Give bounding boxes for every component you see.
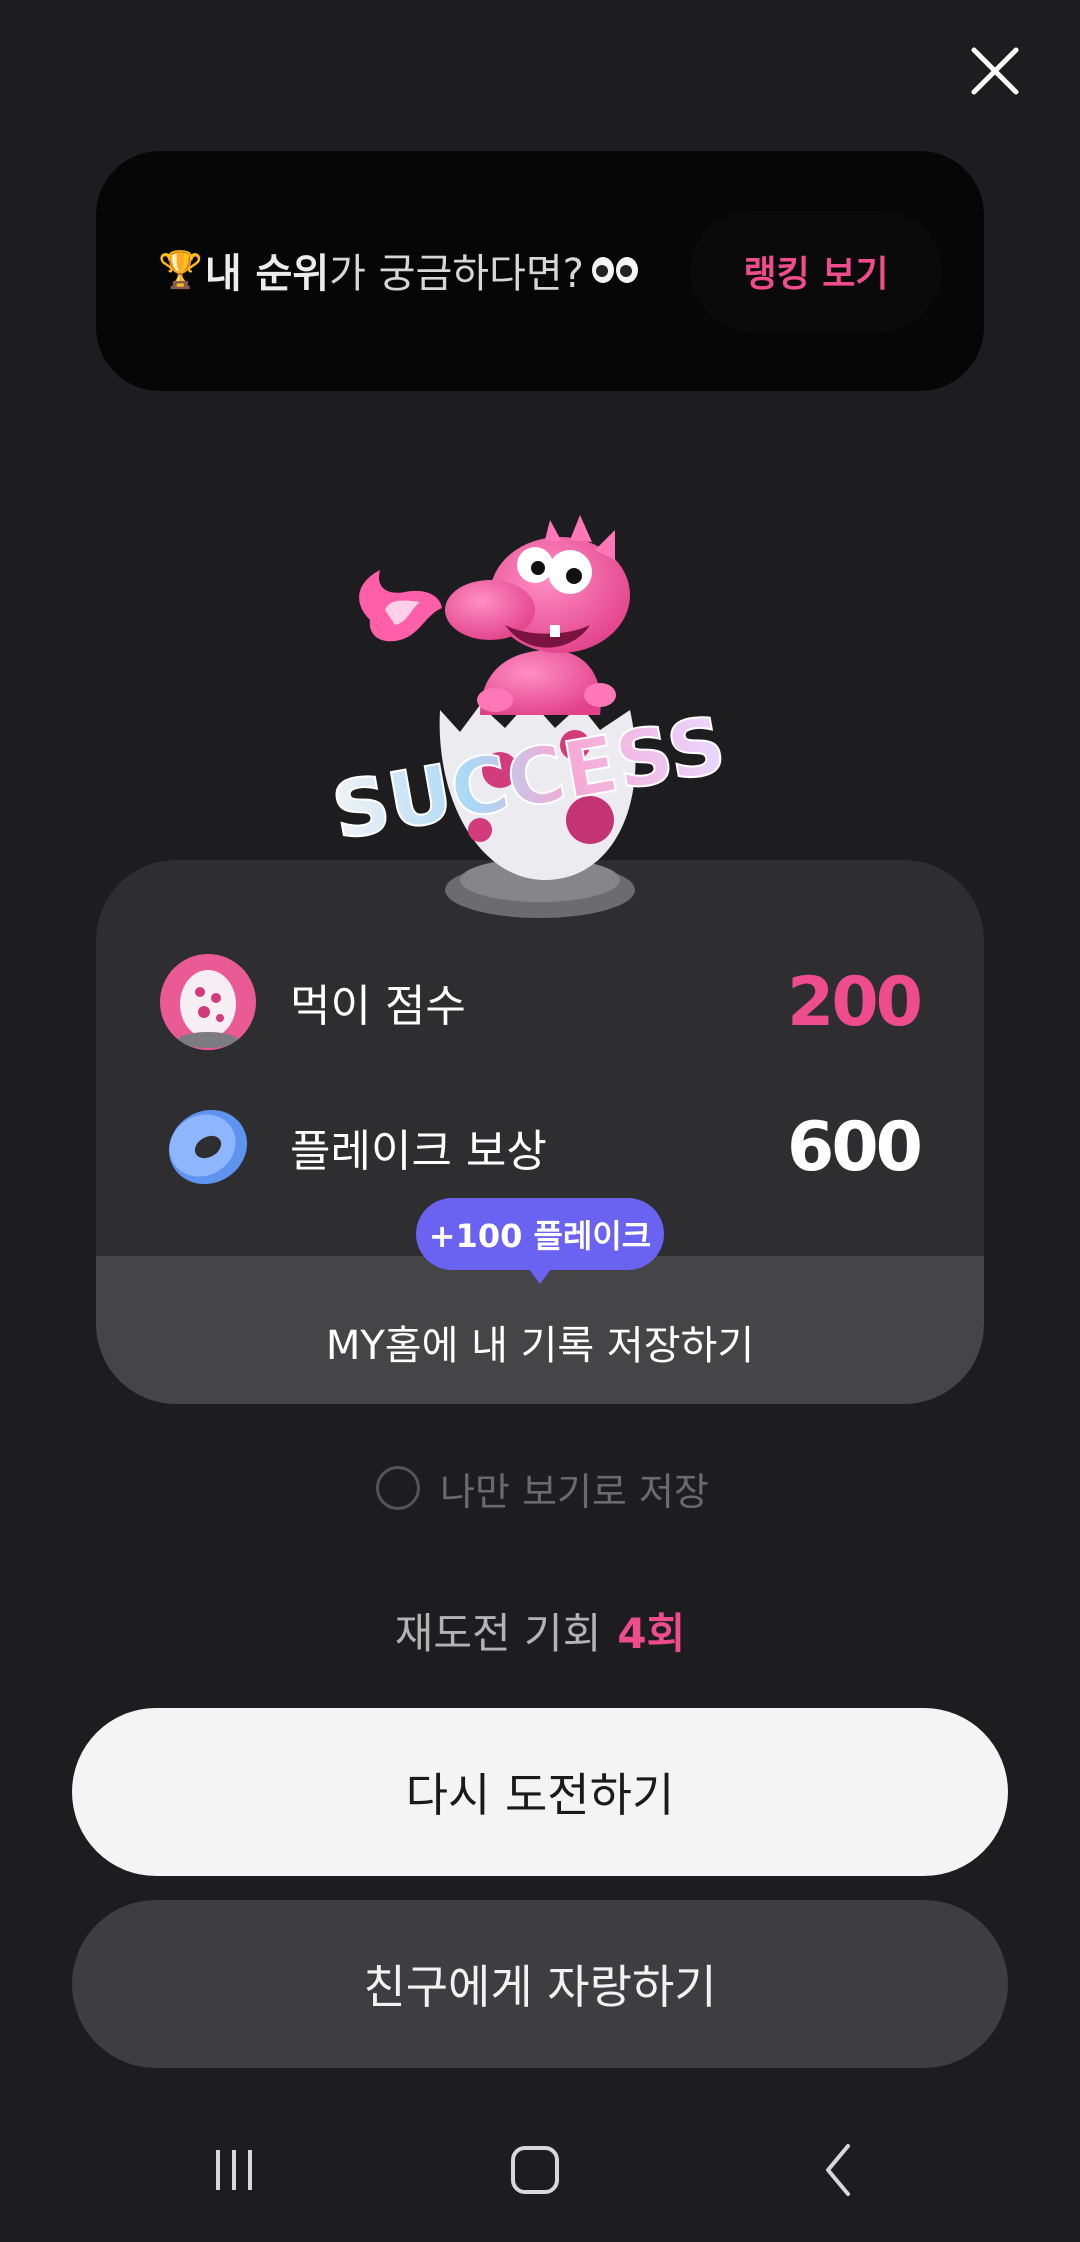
- close-icon: [971, 47, 1019, 95]
- ranking-button[interactable]: 랭킹 보기: [690, 211, 942, 331]
- flake-donut-icon: [160, 1099, 256, 1195]
- private-radio[interactable]: [376, 1466, 420, 1510]
- reward-value: 600: [787, 1107, 923, 1187]
- share-button[interactable]: 친구에게 자랑하기: [72, 1900, 1008, 2068]
- score-value: 200: [787, 962, 923, 1042]
- reward-row: 플레이크 보상 600: [160, 1097, 923, 1197]
- private-save-label: 나만 보기로 저장: [440, 1469, 709, 1514]
- private-save-option[interactable]: 나만 보기로 저장: [376, 1460, 709, 1516]
- result-card: 먹이 점수 200 플레이크 보상 600 MY홈에 내 기록 저장하기: [96, 860, 984, 1404]
- score-label: 먹이 점수: [290, 981, 466, 1032]
- banner-bold-text: 내 순위: [204, 251, 330, 297]
- home-button[interactable]: [495, 2132, 575, 2208]
- eyes-icon: [591, 257, 638, 283]
- retry-count: 4회: [617, 1609, 686, 1658]
- retry-label: 재도전 기회: [394, 1609, 602, 1658]
- ranking-banner: 🏆 내 순위 가 궁금하다면? 랭킹 보기: [96, 151, 984, 391]
- retry-button[interactable]: 다시 도전하기: [72, 1708, 1008, 1876]
- score-row: 먹이 점수 200: [160, 952, 923, 1052]
- trophy-icon: 🏆: [158, 250, 203, 291]
- back-button[interactable]: [800, 2132, 880, 2208]
- reward-label: 플레이크 보상: [290, 1126, 547, 1177]
- back-icon: [826, 2144, 850, 2196]
- banner-text: 🏆 내 순위 가 궁금하다면?: [158, 241, 638, 299]
- egg-icon: [160, 954, 256, 1050]
- banner-question: 가 궁금하다면?: [329, 251, 584, 297]
- bonus-tooltip: +100 플레이크: [416, 1198, 664, 1284]
- home-icon: [511, 2146, 559, 2194]
- save-label: MY홈에 내 기록 저장하기: [325, 1323, 755, 1369]
- retry-chances: 재도전 기회 4회: [0, 1600, 1080, 1661]
- recent-apps-button[interactable]: [194, 2132, 274, 2208]
- success-mascot-illustration: SUCCESS: [330, 515, 730, 918]
- close-button[interactable]: [960, 36, 1030, 106]
- system-navigation-bar: [0, 2120, 1080, 2220]
- recent-apps-icon: [216, 2150, 252, 2190]
